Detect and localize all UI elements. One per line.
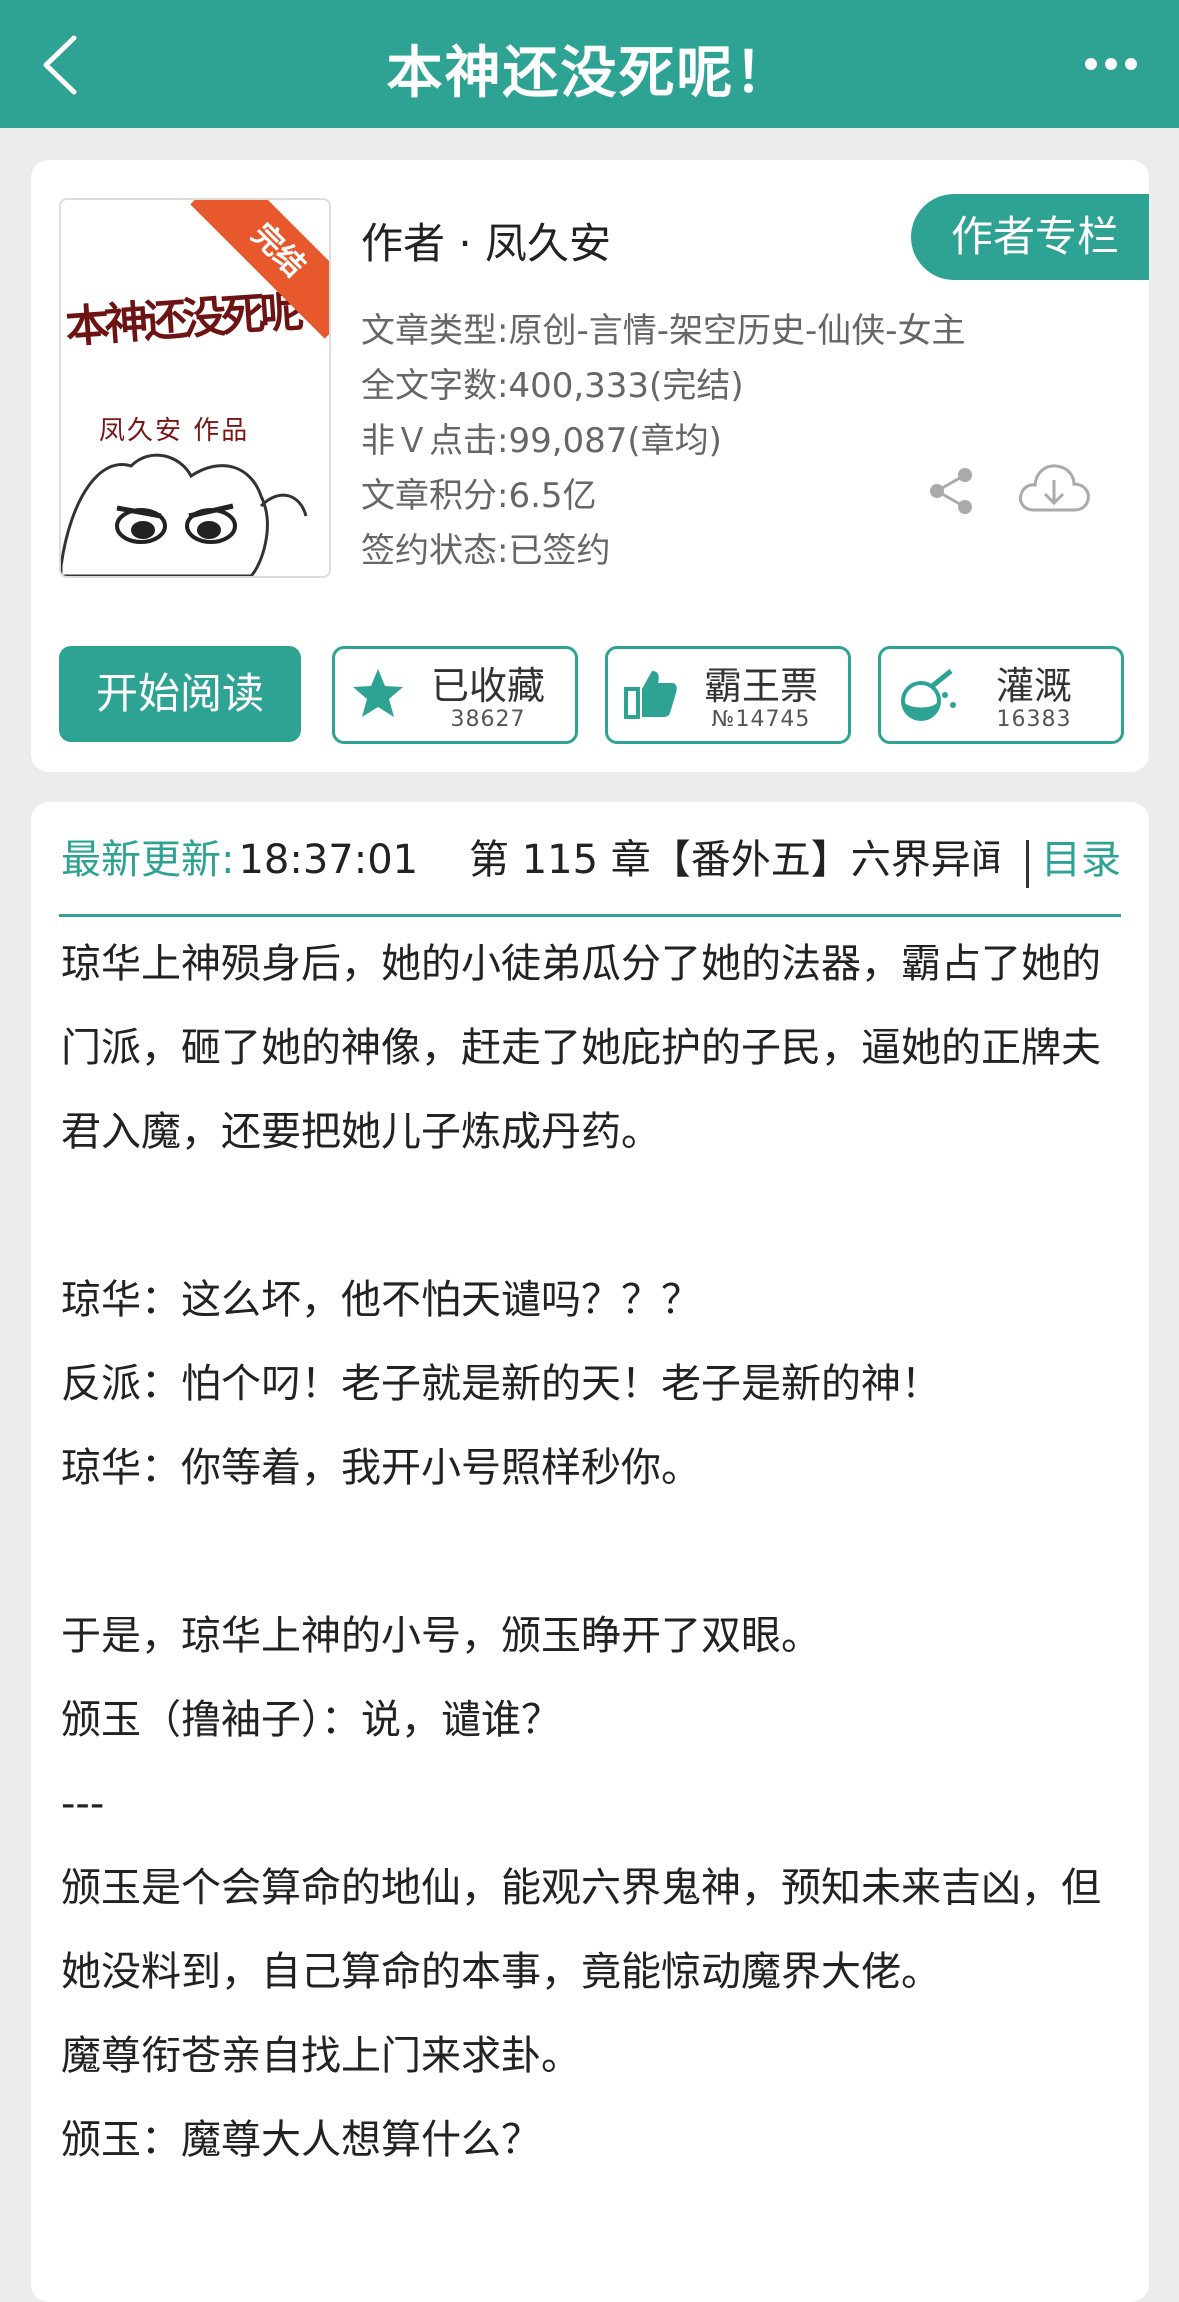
share-icon[interactable] [927,466,975,520]
water-button[interactable]: 灌溉 16383 [878,646,1124,744]
collect-button[interactable]: 已收藏 38627 [332,646,578,744]
meta-contract: 签约状态:已签约 [361,531,611,571]
book-cover[interactable]: 本神还没死呢 凤久安 作品 完结 [59,198,331,578]
thumbs-up-icon [622,665,680,727]
meta-clicks: 非Ｖ点击:99,087(章均) [361,421,722,461]
latest-update-row[interactable]: 最新更新: 18:37:01 第 115 章【番外五】六界异闻 目录 [61,832,1121,888]
vote-label: 霸王票 [703,664,818,708]
owl-illustration-icon [61,453,308,576]
collect-count: 38627 [450,707,526,732]
start-reading-button[interactable]: 开始阅读 [59,646,301,742]
latest-update-time: 18:37:01 [238,837,419,883]
collect-label: 已收藏 [430,664,545,708]
meta-score: 文章积分:6.5亿 [361,476,597,516]
author-column-button[interactable]: 作者专栏 [911,194,1149,280]
vote-count: №14745 [711,707,811,732]
cloud-download-icon[interactable] [1016,460,1092,524]
intro-card: 最新更新: 18:37:01 第 115 章【番外五】六界异闻 目录 琼华上神殒身… [31,802,1149,2302]
page-title: 本神还没死呢！ [386,41,793,106]
vote-button[interactable]: 霸王票 №14745 [605,646,851,744]
star-icon [349,665,407,727]
watering-flask-icon [895,665,961,727]
table-of-contents-link[interactable]: 目录 [1041,832,1121,888]
book-meta: 文章类型:原创-言情-架空历史-仙侠-女主 全文字数:400,333(完结) 非… [361,304,966,579]
author-name[interactable]: 作者 · 凤久安 [361,210,611,271]
separator [1026,840,1029,888]
meta-word-count: 全文字数:400,333(完结) [361,366,744,406]
more-icon[interactable] [1081,44,1141,84]
water-label: 灌溉 [995,664,1072,708]
meta-type: 文章类型:原创-言情-架空历史-仙侠-女主 [361,311,966,351]
book-info-card: 本神还没死呢 凤久安 作品 完结 作者 · 凤久安 作者专栏 文章类型:原创-言… [31,160,1149,772]
book-description: 琼华上神殒身后，她的小徒弟瓜分了她的法器，霸占了她的门派，砸了她的神像，赶走了她… [61,941,1101,2163]
water-count: 16383 [996,707,1072,732]
top-bar: 本神还没死呢！ [0,0,1179,128]
latest-update-label: 最新更新: [61,837,235,883]
latest-chapter-link[interactable]: 第 115 章【番外五】六界异闻 [469,832,999,888]
divider [59,914,1121,917]
